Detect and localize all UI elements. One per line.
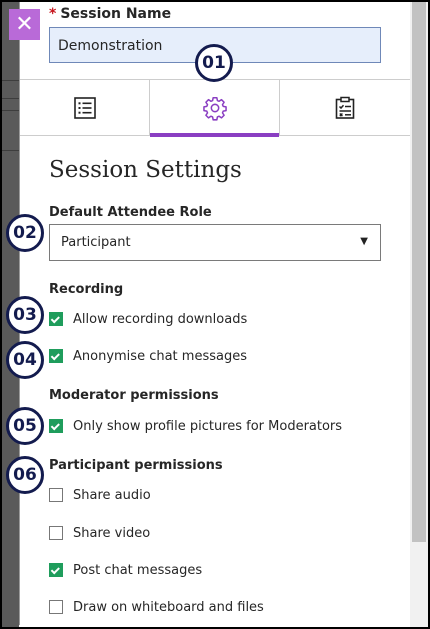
checkbox-label: Post chat messages	[73, 562, 203, 578]
checkbox-draw-on-whiteboard[interactable]: Draw on whiteboard and files	[49, 598, 264, 616]
callout-badge-03: 03	[6, 296, 44, 334]
checkbox-moderator-profile-pictures[interactable]: Only show profile pictures for Moderator…	[49, 417, 342, 435]
checkbox[interactable]	[49, 488, 63, 502]
callout-badge-02: 02	[6, 214, 44, 252]
close-button[interactable]: ✕	[9, 9, 40, 40]
callout-badge-04: 04	[6, 341, 44, 379]
list-icon	[73, 97, 96, 119]
scrollbar-thumb[interactable]	[412, 2, 426, 542]
recording-heading: Recording	[49, 282, 124, 297]
checkbox[interactable]	[49, 526, 63, 540]
checkbox-label: Only show profile pictures for Moderator…	[73, 418, 343, 434]
clipboard-checklist-icon	[335, 96, 355, 119]
default-role-value: Participant	[61, 235, 131, 250]
panel-tabs	[20, 79, 410, 137]
checkbox-label: Share audio	[73, 487, 151, 503]
tab-polls[interactable]	[280, 80, 410, 136]
callout-badge-06: 06	[6, 456, 44, 494]
checkbox[interactable]	[49, 419, 63, 433]
close-icon: ✕	[15, 11, 34, 37]
moderator-permissions-heading: Moderator permissions	[49, 388, 219, 403]
checkbox-anonymise-chat[interactable]: Anonymise chat messages	[49, 347, 247, 365]
tab-settings[interactable]	[150, 80, 280, 137]
session-name-label-text: Session Name	[60, 6, 172, 22]
session-name-label: * Session Name	[49, 6, 171, 22]
checkbox[interactable]	[49, 563, 63, 577]
default-role-label: Default Attendee Role	[49, 205, 212, 220]
callout-badge-01: 01	[195, 44, 233, 82]
checkbox-label: Draw on whiteboard and files	[73, 599, 264, 615]
participant-permissions-heading: Participant permissions	[49, 458, 223, 473]
checkbox[interactable]	[49, 349, 63, 363]
tab-details[interactable]	[20, 80, 150, 136]
checkbox-label: Anonymise chat messages	[73, 348, 247, 364]
gear-icon	[202, 96, 227, 121]
section-title: Session Settings	[49, 157, 242, 183]
required-mark: *	[49, 6, 57, 22]
checkbox-share-video[interactable]: Share video	[49, 524, 150, 542]
checkbox-post-chat-messages[interactable]: Post chat messages	[49, 561, 202, 579]
callout-badge-05: 05	[6, 407, 44, 445]
checkbox-allow-recording-downloads[interactable]: Allow recording downloads	[49, 310, 247, 328]
checkbox-share-audio[interactable]: Share audio	[49, 486, 151, 504]
checkbox-label: Share video	[73, 525, 151, 541]
chevron-down-icon: ▼	[360, 236, 368, 247]
checkbox[interactable]	[49, 600, 63, 614]
checkbox-label: Allow recording downloads	[73, 311, 248, 327]
default-role-select[interactable]: Participant ▼	[49, 224, 381, 261]
checkbox[interactable]	[49, 312, 63, 326]
